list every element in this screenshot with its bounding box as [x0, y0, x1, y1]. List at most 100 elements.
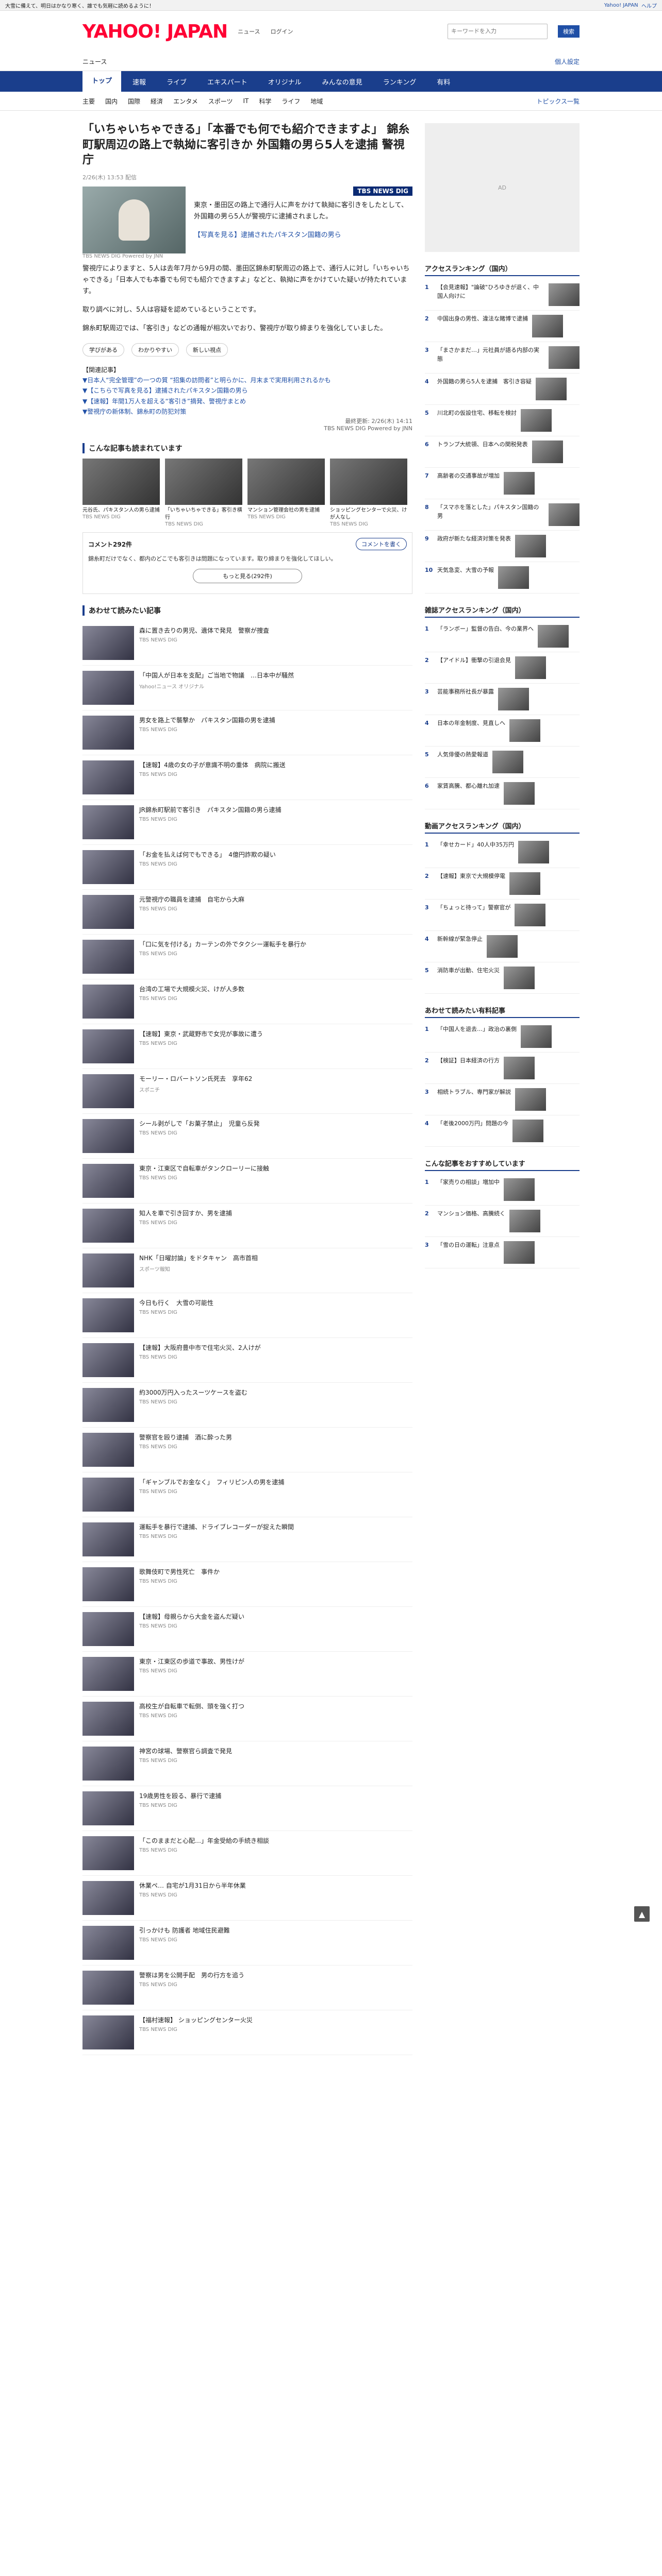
photo-link[interactable]: 【写真を見る】逮捕されたパキスタン国籍の男ら	[194, 230, 412, 241]
ranking-item[interactable]: 5 川北町の仮設住宅、移転を検討	[425, 405, 580, 436]
also-read-item[interactable]: 「いちゃいちゃできる」客引き横行 TBS NEWS DIG	[165, 459, 242, 527]
recommend-item[interactable]: モーリー・ロバートソン氏死去 享年62 スポニチ	[82, 1069, 412, 1114]
recommend-item[interactable]: 【速報】母親らから大金を盗んだ疑い TBS NEWS DIG	[82, 1607, 412, 1652]
recommend-item[interactable]: 【速報】大阪府豊中市で住宅火災、2人けが TBS NEWS DIG	[82, 1338, 412, 1383]
category-tab-8[interactable]: ライフ	[282, 97, 300, 106]
nav-item-2[interactable]: ライブ	[157, 77, 196, 87]
recommend-item[interactable]: 19歳男性を殴る、暴行で逮捕 TBS NEWS DIG	[82, 1786, 412, 1832]
ranking-item[interactable]: 2 【アイドル】衝撃の引退会見	[425, 652, 580, 684]
recommend-item[interactable]: 引っかけも 防護者 地域住民避難 TBS NEWS DIG	[82, 1921, 412, 1966]
nav-item-3[interactable]: エキスパート	[198, 77, 257, 87]
related-link[interactable]: ▼【速報】年間1万人を超える“客引き”摘発、警視庁まとめ	[82, 396, 412, 406]
category-tab-3[interactable]: 経済	[151, 97, 163, 106]
nav-item-4[interactable]: オリジナル	[259, 77, 311, 87]
nav-item-7[interactable]: 有料	[427, 77, 459, 87]
ranking-item[interactable]: 3 芸能事務所社長が暴露	[425, 684, 580, 715]
recommend-item[interactable]: NHK「日曜討論」をドタキャン 高市首相 スポーツ報知	[82, 1248, 412, 1294]
scroll-top-button[interactable]: ▲	[634, 1906, 650, 1922]
recommend-item[interactable]: 「このままだと心配…」年金受給の手続き相談 TBS NEWS DIG	[82, 1831, 412, 1876]
ranking-item[interactable]: 4 外国籍の男ら5人を逮捕 客引き容疑	[425, 374, 580, 405]
recommend-item[interactable]: 「口に気を付ける」カーテンの外でタクシー運転手を暴行か TBS NEWS DIG	[82, 935, 412, 980]
ranking-item[interactable]: 4 「老後2000万円」問題の今	[425, 1115, 580, 1147]
ranking-item[interactable]: 7 高齢者の交通事故が増加	[425, 468, 580, 499]
reaction-button[interactable]: 学びがある	[82, 343, 124, 357]
recommend-item[interactable]: 元警視庁の職員を逮捕 自宅から大麻 TBS NEWS DIG	[82, 890, 412, 935]
more-comments-button[interactable]: もっと見る(292件)	[193, 569, 302, 584]
recommend-item[interactable]: 森に置き去りの男児、遺体で発見 警察が捜査 TBS NEWS DIG	[82, 621, 412, 666]
category-tab-9[interactable]: 地域	[310, 97, 323, 106]
recommend-item[interactable]: 「中国人が日本を支配」ご当地で物議 …日本中が騒然 Yahoo!ニュース オリジナ…	[82, 666, 412, 711]
recommend-item[interactable]: 東京・江東区で自転車がタンクローリーに接触 TBS NEWS DIG	[82, 1159, 412, 1204]
ranking-item[interactable]: 6 トランプ大統領、日本への関税発表	[425, 436, 580, 468]
ranking-item[interactable]: 1 「幸せカード」40人中35万円	[425, 837, 580, 868]
recommend-item[interactable]: 高校生が自転車で転倒、頭を強く打つ TBS NEWS DIG	[82, 1697, 412, 1742]
ranking-item[interactable]: 3 相続トラブル、専門家が解説	[425, 1084, 580, 1115]
related-link[interactable]: ▼【こちらで写真を見る】逮捕されたパキスタン国籍の男ら	[82, 385, 412, 396]
yahoo-japan-link[interactable]: Yahoo! JAPAN	[604, 3, 638, 8]
ranking-item[interactable]: 8 「スマホを落とした」パキスタン国籍の男	[425, 499, 580, 531]
recommend-item[interactable]: 【速報】東京・武蔵野市で女児が事故に遭う TBS NEWS DIG	[82, 1024, 412, 1070]
ranking-item[interactable]: 4 日本の年金制度、見直しへ	[425, 715, 580, 747]
write-comment-button[interactable]: コメントを書く	[356, 538, 407, 551]
ranking-item[interactable]: 9 政府が新たな経済対策を発表	[425, 531, 580, 562]
recommend-item[interactable]: JR錦糸町駅前で客引き パキスタン国籍の男ら逮捕 TBS NEWS DIG	[82, 800, 412, 845]
also-read-item[interactable]: 元谷氏、パキスタン人の男ら逮捕 TBS NEWS DIG	[82, 459, 160, 527]
nav-item-5[interactable]: みんなの意見	[313, 77, 372, 87]
recommend-item[interactable]: 「お金を払えば何でもできる」 4億円詐欺の疑い TBS NEWS DIG	[82, 845, 412, 890]
recommend-item[interactable]: 神宮の球場、警察官ら調査で発見 TBS NEWS DIG	[82, 1741, 412, 1787]
recommend-item[interactable]: 台湾の工場で大規模火災、けが人多数 TBS NEWS DIG	[82, 979, 412, 1025]
category-tab-4[interactable]: エンタメ	[173, 97, 198, 106]
recommend-item[interactable]: 休業ペ… 自宅が1月31日から半年休業 TBS NEWS DIG	[82, 1876, 412, 1921]
category-tab-1[interactable]: 国内	[105, 97, 118, 106]
category-tab-7[interactable]: 科学	[259, 97, 271, 106]
login-link[interactable]: ログイン	[271, 27, 293, 36]
category-tab-2[interactable]: 国際	[128, 97, 140, 106]
ranking-item[interactable]: 2 【検証】日本経済の行方	[425, 1053, 580, 1084]
recommend-item[interactable]: 男女を路上で襲撃か パキスタン国籍の男を逮捕 TBS NEWS DIG	[82, 710, 412, 756]
recommend-item[interactable]: 【速報】4歳の女の子が意識不明の重体 病院に搬送 TBS NEWS DIG	[82, 755, 412, 801]
nav-item-0[interactable]: トップ	[82, 71, 122, 92]
ad-slot[interactable]: AD	[425, 123, 580, 252]
recommend-item[interactable]: 運転手を暴行で逮捕、ドライブレコーダーが捉えた瞬間 TBS NEWS DIG	[82, 1517, 412, 1563]
ranking-item[interactable]: 3 「雪の日の運転」注意点	[425, 1237, 580, 1268]
nav-item-1[interactable]: 速報	[123, 77, 155, 87]
ranking-item[interactable]: 5 人気俳優の熱愛報道	[425, 747, 580, 778]
recommend-item[interactable]: 警察は男を公開手配 男の行方を追う TBS NEWS DIG	[82, 1965, 412, 2011]
ranking-item[interactable]: 3 「まさかまだ…」元社員が語る内部の実態	[425, 342, 580, 374]
reaction-button[interactable]: 新しい視点	[186, 343, 228, 357]
category-tab-0[interactable]: 主要	[82, 97, 95, 106]
recommend-item[interactable]: 警察官を殴り逮捕 酒に酔った男 TBS NEWS DIG	[82, 1428, 412, 1473]
help-link[interactable]: ヘルプ	[641, 2, 657, 9]
ranking-item[interactable]: 4 新幹線が緊急停止	[425, 931, 580, 962]
also-read-item[interactable]: ショッピングセンターで火災、けが人なし TBS NEWS DIG	[330, 459, 407, 527]
ranking-item[interactable]: 1 【会見速報】"論破"ひろゆきが退く、中国人向けに	[425, 279, 580, 311]
recommend-item[interactable]: 今日も行く 大雪の可能性 TBS NEWS DIG	[82, 1293, 412, 1338]
nav-item-6[interactable]: ランキング	[374, 77, 426, 87]
category-tab-6[interactable]: IT	[243, 97, 249, 105]
ranking-item[interactable]: 10 天気急変、大雪の予報	[425, 562, 580, 594]
source-name[interactable]: TBS NEWS DIG Powered by JNN	[82, 425, 412, 432]
ranking-item[interactable]: 6 家賃高騰、都心離れ加速	[425, 778, 580, 809]
ranking-item[interactable]: 1 「家売りの相談」増加中	[425, 1174, 580, 1206]
reaction-button[interactable]: わかりやすい	[131, 343, 179, 357]
category-tab-5[interactable]: スポーツ	[208, 97, 233, 106]
recommend-item[interactable]: 東京・江東区の歩道で事故、男性けが TBS NEWS DIG	[82, 1652, 412, 1697]
recommend-item[interactable]: 【福村速報】 ショッピングセンター火災 TBS NEWS DIG	[82, 2010, 412, 2056]
recommend-item[interactable]: 歌舞伎町で男性死亡 事件か TBS NEWS DIG	[82, 1562, 412, 1607]
search-input[interactable]	[448, 24, 548, 39]
ranking-item[interactable]: 1 「ランボー」監督の告白、今の業界へ	[425, 621, 580, 652]
source-badge[interactable]: TBS NEWS DIG	[353, 187, 412, 196]
yahoo-logo[interactable]: YAHOO! JAPAN	[82, 21, 228, 42]
ranking-item[interactable]: 2 中国出身の男性、違法な賭博で逮捕	[425, 311, 580, 342]
recommend-item[interactable]: 約3000万円入ったスーツケースを盗む TBS NEWS DIG	[82, 1383, 412, 1428]
personal-settings-link[interactable]: 個人設定	[555, 57, 580, 66]
ranking-item[interactable]: 5 消防車が出動、住宅火災	[425, 962, 580, 994]
recommend-item[interactable]: 「ギャンブルでお金なく」 フィリピン人の男を逮捕 TBS NEWS DIG	[82, 1472, 412, 1518]
recommend-item[interactable]: 知人を車で引き回すか、男を逮捕 TBS NEWS DIG	[82, 1204, 412, 1249]
ranking-item[interactable]: 3 「ちょっと待って」警察官が	[425, 900, 580, 931]
related-link[interactable]: ▼警視庁の新体制、錦糸町の防犯対策	[82, 406, 412, 417]
also-read-item[interactable]: マンション管理会社の男を逮捕 TBS NEWS DIG	[247, 459, 325, 527]
search-button[interactable]: 検索	[558, 25, 580, 38]
recommend-item[interactable]: シール剥がしで「お菓子禁止」 児童ら反発 TBS NEWS DIG	[82, 1114, 412, 1159]
article-photo[interactable]	[82, 187, 186, 254]
